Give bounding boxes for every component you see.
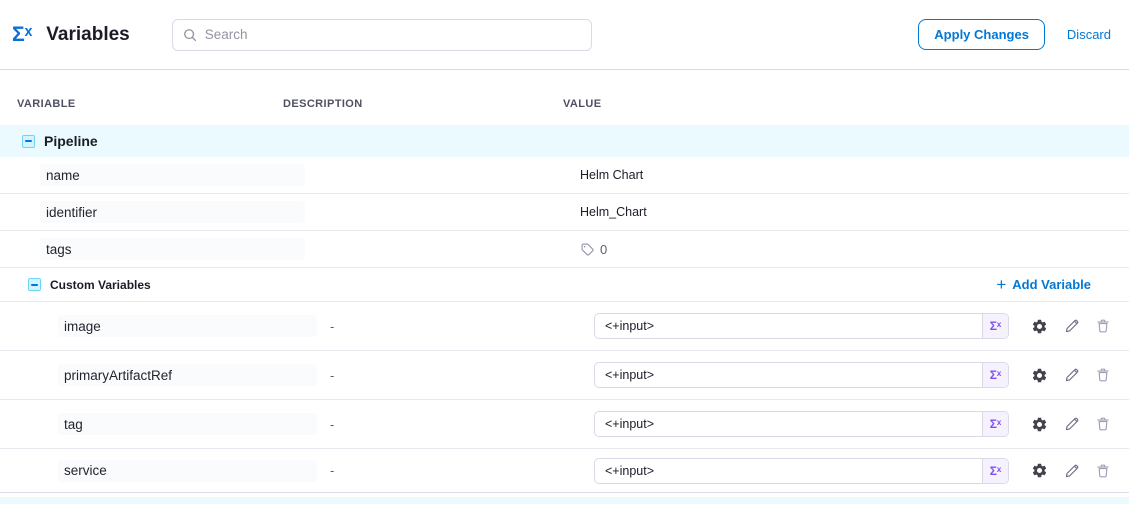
tag-icon [580, 242, 595, 257]
variable-name-pill: service [58, 460, 317, 482]
variables-sigma-icon: Σˣ [12, 24, 32, 45]
value-input[interactable]: <+input> Σˣ [594, 458, 1009, 484]
settings-gear-icon[interactable] [1031, 462, 1048, 479]
expression-sigma-icon[interactable]: Σˣ [982, 459, 1008, 483]
table-row: image - <+input> Σˣ [0, 302, 1129, 351]
edit-pencil-icon[interactable] [1064, 318, 1080, 334]
value-input[interactable]: <+input> Σˣ [594, 411, 1009, 437]
table-row: name Helm Chart [0, 157, 1129, 194]
variable-name-pill: image [58, 315, 317, 337]
description-dash: - [330, 319, 334, 334]
top-toolbar: Σˣ Variables Apply Changes Discard [0, 0, 1129, 70]
variable-name-pill: identifier [40, 201, 305, 223]
delete-trash-icon[interactable] [1095, 367, 1111, 383]
column-header-description: DESCRIPTION [283, 98, 563, 110]
variable-name-pill: primaryArtifactRef [58, 364, 317, 386]
settings-gear-icon[interactable] [1031, 416, 1048, 433]
table-row: service - <+input> Σˣ [0, 449, 1129, 493]
table-row: tag - <+input> Σˣ [0, 400, 1129, 449]
variable-value: Helm Chart [560, 168, 643, 182]
settings-gear-icon[interactable] [1031, 367, 1048, 384]
expression-sigma-icon[interactable]: Σˣ [982, 412, 1008, 436]
edit-pencil-icon[interactable] [1064, 416, 1080, 432]
search-icon [183, 28, 197, 42]
custom-variables-label: Custom Variables [50, 278, 151, 292]
value-input[interactable]: <+input> Σˣ [594, 313, 1009, 339]
edit-pencil-icon[interactable] [1064, 463, 1080, 479]
search-input[interactable] [205, 27, 581, 42]
search-box[interactable] [172, 19, 592, 51]
expression-sigma-icon[interactable]: Σˣ [982, 314, 1008, 338]
pipeline-section-row: Pipeline [0, 125, 1129, 157]
plus-icon: + [996, 276, 1006, 293]
column-header-value: VALUE [563, 98, 1129, 110]
table-row: tags 0 [0, 231, 1129, 268]
custom-variables-section-row: Custom Variables + Add Variable [0, 268, 1129, 302]
page-title: Variables [46, 24, 129, 46]
variable-value: Helm_Chart [560, 205, 647, 219]
table-row: primaryArtifactRef - <+input> Σˣ [0, 351, 1129, 400]
delete-trash-icon[interactable] [1095, 416, 1111, 432]
description-dash: - [330, 417, 334, 432]
variable-name-pill: tag [58, 413, 317, 435]
discard-button[interactable]: Discard [1067, 27, 1111, 42]
variable-name-pill: name [40, 164, 305, 186]
collapse-custom-variables-icon[interactable] [28, 278, 41, 291]
delete-trash-icon[interactable] [1095, 318, 1111, 334]
column-header-variable: VARIABLE [0, 98, 283, 110]
expression-sigma-icon[interactable]: Σˣ [982, 363, 1008, 387]
next-section-row-peek [0, 497, 1129, 504]
add-variable-button[interactable]: + Add Variable [996, 276, 1129, 293]
table-header: VARIABLE DESCRIPTION VALUE [0, 70, 1129, 125]
settings-gear-icon[interactable] [1031, 318, 1048, 335]
variable-name-pill: tags [40, 238, 305, 260]
description-dash: - [330, 463, 334, 478]
edit-pencil-icon[interactable] [1064, 367, 1080, 383]
tags-count: 0 [600, 242, 607, 257]
value-input[interactable]: <+input> Σˣ [594, 362, 1009, 388]
collapse-pipeline-icon[interactable] [22, 135, 35, 148]
apply-changes-button[interactable]: Apply Changes [918, 19, 1045, 50]
delete-trash-icon[interactable] [1095, 463, 1111, 479]
description-dash: - [330, 368, 334, 383]
pipeline-section-label: Pipeline [44, 133, 98, 149]
table-row: identifier Helm_Chart [0, 194, 1129, 231]
